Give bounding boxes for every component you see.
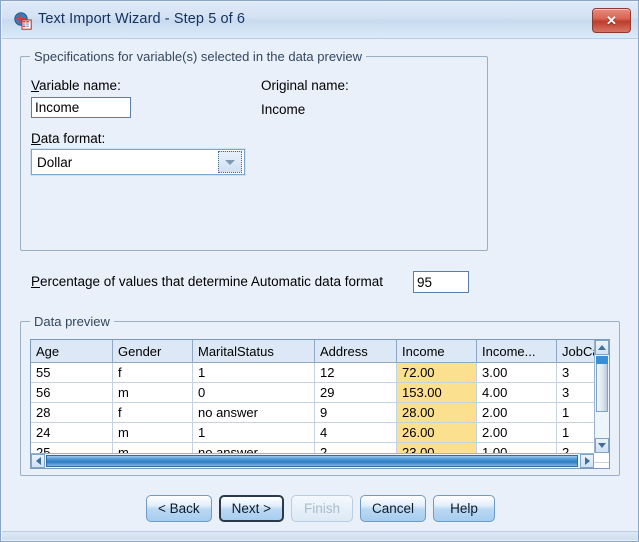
original-name-label: Original name: — [261, 78, 349, 93]
title-bar: Text Import Wizard - Step 5 of 6 ✕ — [2, 2, 638, 39]
finish-button-label: Finish — [304, 500, 341, 516]
close-button[interactable]: ✕ — [592, 8, 631, 33]
percentage-value: 95 — [417, 274, 433, 290]
dialog-button-bar: < Back Next > Finish Cancel Help — [1, 491, 638, 525]
table-column-header[interactable]: MaritalStatus — [192, 340, 315, 363]
table-cell[interactable]: 153.00 — [396, 382, 477, 403]
back-button-label: < Back — [157, 500, 200, 516]
table-cell[interactable]: 3.00 — [476, 362, 557, 383]
data-format-selected-value: Dollar — [37, 154, 73, 170]
table-cell[interactable]: 1 — [192, 422, 315, 443]
table-cell[interactable]: 24 — [31, 422, 113, 443]
original-name-value: Income — [261, 102, 306, 117]
variable-name-label: Variable name: — [31, 78, 121, 93]
table-cell[interactable]: 2.00 — [476, 402, 557, 423]
table-cell[interactable]: 12 — [314, 362, 397, 383]
next-button[interactable]: Next > — [218, 494, 285, 522]
table-cell[interactable]: 4.00 — [476, 382, 557, 403]
table-cell[interactable]: m — [112, 422, 193, 443]
percentage-label: Percentage of values that determine Auto… — [31, 274, 383, 289]
scroll-right-button[interactable] — [580, 454, 594, 468]
variable-name-input[interactable]: Income — [31, 97, 131, 118]
vertical-scrollbar-position-marker — [596, 356, 608, 364]
text-import-wizard-dialog: Text Import Wizard - Step 5 of 6 ✕ Speci… — [0, 0, 639, 542]
table-column-header[interactable]: Income — [396, 340, 477, 363]
table-cell[interactable]: 55 — [31, 362, 113, 383]
table-column-header[interactable]: Gender — [112, 340, 193, 363]
scroll-down-button[interactable] — [595, 438, 609, 453]
help-button-label: Help — [450, 500, 478, 516]
triangle-left-icon — [35, 457, 41, 465]
table-column-header[interactable]: Income... — [476, 340, 557, 363]
table-row[interactable]: 56 m 0 29 153.00 4.00 3 — [31, 382, 609, 403]
table-cell[interactable]: no answer — [192, 402, 315, 423]
data-preview-table: Age Gender MaritalStatus Address Income Incom… — [31, 340, 609, 468]
horizontal-scrollbar[interactable] — [31, 453, 594, 468]
table-cell[interactable]: 29 — [314, 382, 397, 403]
table-cell[interactable]: 28 — [31, 402, 113, 423]
triangle-down-icon — [598, 443, 606, 448]
table-cell[interactable]: 26.00 — [396, 422, 477, 443]
vertical-scrollbar-thumb[interactable] — [596, 356, 608, 412]
percentage-label-rest: ercentage of values that determine Autom… — [40, 274, 383, 289]
percentage-input[interactable]: 95 — [413, 271, 469, 293]
triangle-right-icon — [584, 457, 590, 465]
data-format-label-rest: ata format: — [40, 131, 106, 146]
data-format-select[interactable]: Dollar — [31, 149, 245, 175]
table-cell[interactable]: m — [112, 382, 193, 403]
window-title: Text Import Wizard - Step 5 of 6 — [38, 11, 246, 27]
table-row[interactable]: 24 m 1 4 26.00 2.00 1 — [31, 422, 609, 443]
table-cell[interactable]: 9 — [314, 402, 397, 423]
table-column-header[interactable]: Age — [31, 340, 113, 363]
table-column-header[interactable]: Address — [314, 340, 397, 363]
triangle-up-icon — [598, 345, 606, 350]
cancel-button-label: Cancel — [372, 500, 415, 516]
table-cell[interactable]: 0 — [192, 382, 315, 403]
table-row[interactable]: 55 f 1 12 72.00 3.00 3 — [31, 362, 609, 383]
close-icon: ✕ — [606, 12, 617, 28]
horizontal-scrollbar-thumb[interactable] — [46, 455, 578, 467]
chevron-down-glyph — [225, 159, 235, 165]
table-cell[interactable]: 4 — [314, 422, 397, 443]
table-cell[interactable]: f — [112, 362, 193, 383]
table-cell[interactable]: 56 — [31, 382, 113, 403]
data-preview-table-container[interactable]: Age Gender MaritalStatus Address Income Incom… — [30, 339, 610, 469]
table-cell[interactable]: 28.00 — [396, 402, 477, 423]
text-import-wizard-icon — [14, 12, 32, 30]
variable-name-accelerator: V — [31, 78, 40, 93]
table-cell[interactable]: f — [112, 402, 193, 423]
table-header-row: Age Gender MaritalStatus Address Income Incom… — [31, 340, 609, 363]
next-button-label: Next > — [231, 500, 272, 516]
table-cell[interactable]: 1 — [192, 362, 315, 383]
data-format-label: Data format: — [31, 131, 105, 146]
cancel-button[interactable]: Cancel — [360, 494, 427, 522]
finish-button: Finish — [291, 494, 354, 522]
variable-name-value: Income — [35, 100, 80, 115]
back-button[interactable]: < Back — [145, 494, 212, 522]
help-button[interactable]: Help — [433, 494, 496, 522]
percentage-accelerator: P — [31, 274, 41, 289]
vertical-scrollbar[interactable] — [594, 340, 609, 453]
table-row[interactable]: 28 f no answer 9 28.00 2.00 1 — [31, 402, 609, 423]
variable-name-label-rest: ariable name: — [39, 78, 121, 93]
scroll-up-button[interactable] — [595, 340, 609, 355]
scroll-left-button[interactable] — [31, 454, 45, 468]
table-cell[interactable]: 2.00 — [476, 422, 557, 443]
data-preview-group-legend: Data preview — [30, 314, 114, 329]
table-cell[interactable]: 72.00 — [396, 362, 477, 383]
data-format-accelerator: D — [31, 131, 41, 146]
specifications-group-legend: Specifications for variable(s) selected … — [30, 49, 367, 64]
dialog-bottom-strip — [2, 531, 638, 540]
chevron-down-icon[interactable] — [218, 151, 242, 173]
